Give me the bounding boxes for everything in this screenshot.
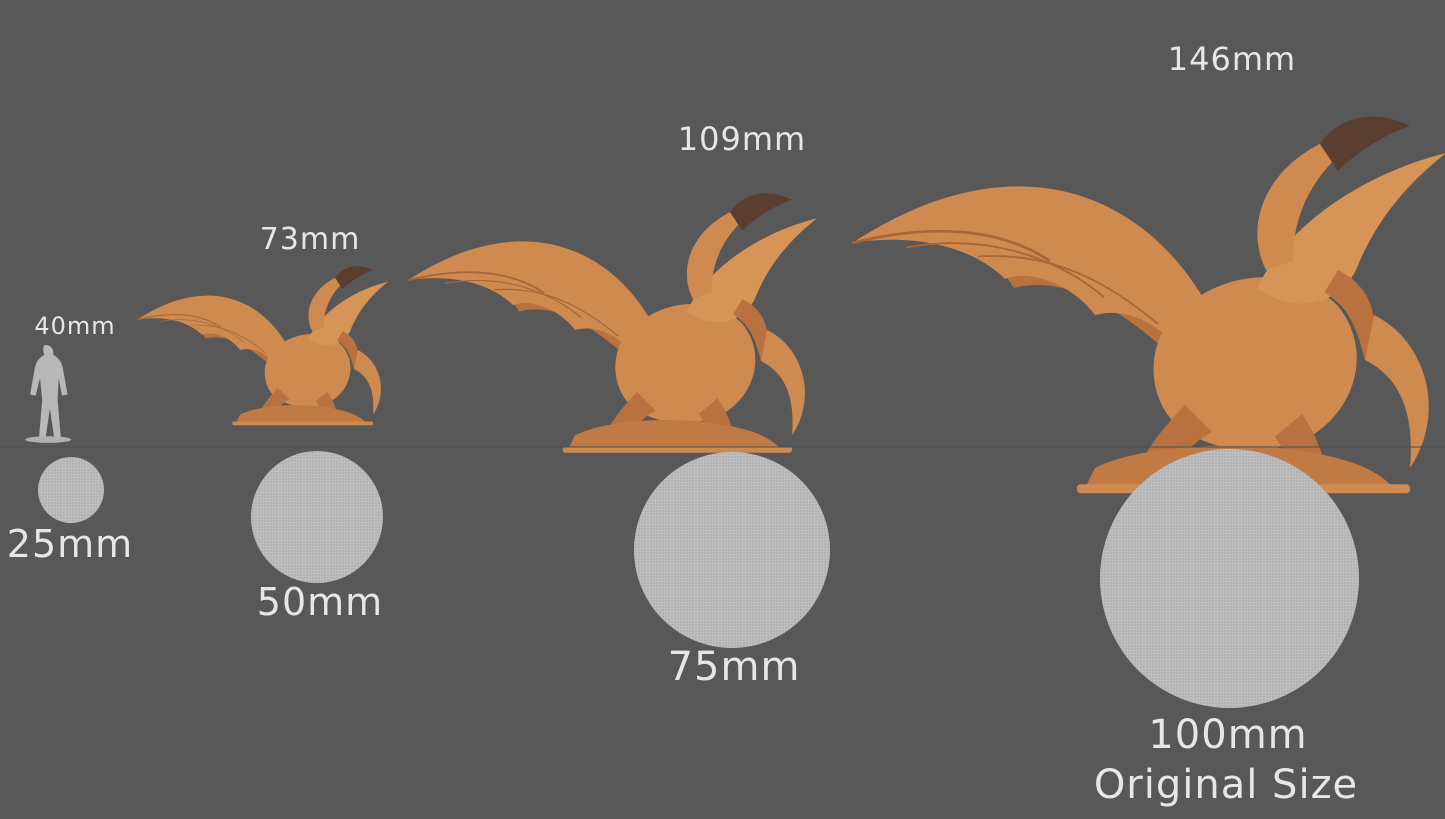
- height-label-109mm: 109mm: [677, 120, 807, 158]
- dragon-miniature-109mm: [406, 192, 818, 454]
- base-circle-25mm: [38, 457, 104, 523]
- base-circle-100mm: [1100, 449, 1359, 708]
- base-label-75mm: 75mm: [667, 644, 801, 690]
- scale-comparison: 40mm 73mm 109mm 146mm 25mm 50mm 75mm 100…: [0, 0, 1445, 819]
- dragon-miniature-146mm: [850, 115, 1445, 495]
- height-label-73mm: 73mm: [259, 222, 361, 257]
- height-label-40mm: 40mm: [34, 312, 116, 340]
- base-circle-75mm: [634, 452, 830, 648]
- base-label-100mm: 100mm: [1148, 712, 1308, 758]
- original-size-note: Original Size: [1093, 762, 1359, 808]
- height-label-146mm: 146mm: [1167, 40, 1297, 78]
- dragon-miniature-73mm: [136, 265, 389, 426]
- base-label-25mm: 25mm: [6, 522, 134, 566]
- base-label-50mm: 50mm: [256, 580, 384, 624]
- base-circle-50mm: [251, 451, 383, 583]
- human-scale-reference-figure: [25, 345, 72, 443]
